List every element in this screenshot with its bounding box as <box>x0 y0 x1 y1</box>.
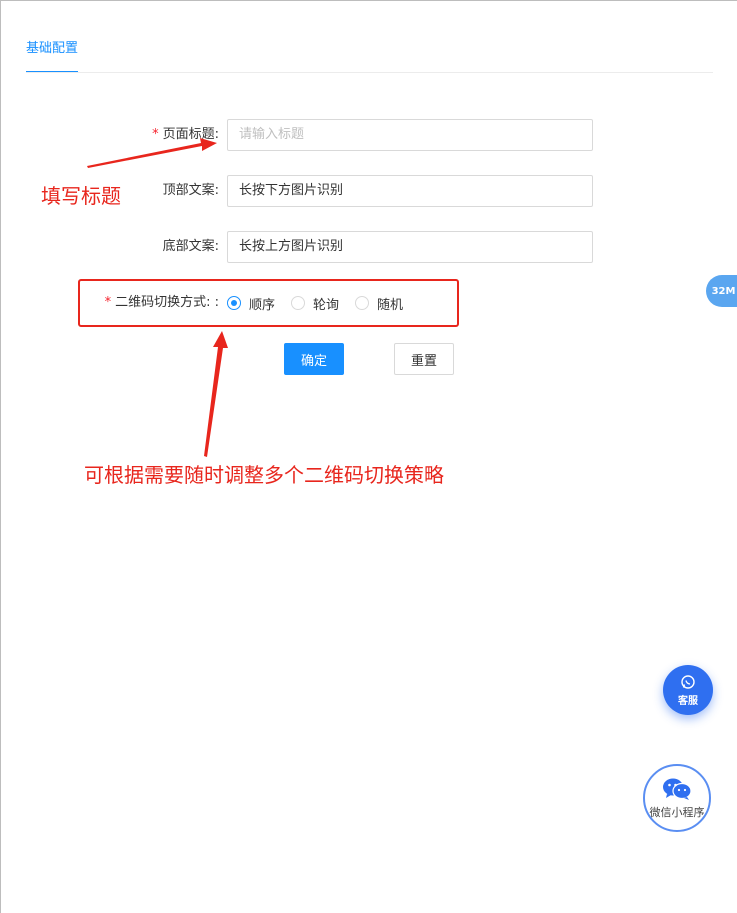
top-text-label: 顶部文案: <box>162 183 219 198</box>
tab-basic-config[interactable]: 基础配置 <box>26 39 79 73</box>
title-label: * 页面标题: <box>152 119 219 151</box>
confirm-button[interactable]: 确定 <box>284 343 344 375</box>
required-mark: * <box>152 127 159 142</box>
wechat-icon <box>663 778 692 800</box>
title-input[interactable] <box>227 119 593 151</box>
customer-service-button[interactable]: 客服 <box>663 665 713 715</box>
customer-service-label: 客服 <box>678 695 698 707</box>
memory-badge[interactable]: 32M <box>706 275 737 307</box>
form-row-bottom-text: 底部文案: <box>1 231 593 263</box>
wechat-mini-program-label: 微信小程序 <box>649 805 705 819</box>
tab-divider <box>26 72 713 73</box>
top-text-input[interactable] <box>227 175 593 207</box>
chat-bubble-icon <box>681 674 695 689</box>
annotation-highlight-box <box>78 279 459 327</box>
annotation-title-note: 填写标题 <box>41 184 121 208</box>
wechat-mini-program-button[interactable]: 微信小程序 <box>643 764 711 832</box>
reset-button[interactable]: 重置 <box>394 343 454 375</box>
annotation-switch-note: 可根据需要随时调整多个二维码切换策略 <box>84 463 444 487</box>
title-label-text: 页面标题: <box>162 127 219 142</box>
config-page: 基础配置 *页面标题: 顶部文案: 底部文案: *二维码切换方式: : 顺序 <box>0 0 737 913</box>
bottom-text-label: 底部文案: <box>162 239 219 254</box>
annotation-arrow-switch <box>204 331 228 457</box>
bottom-text-input[interactable] <box>227 231 593 263</box>
form-row-title: * 页面标题: <box>1 119 593 151</box>
